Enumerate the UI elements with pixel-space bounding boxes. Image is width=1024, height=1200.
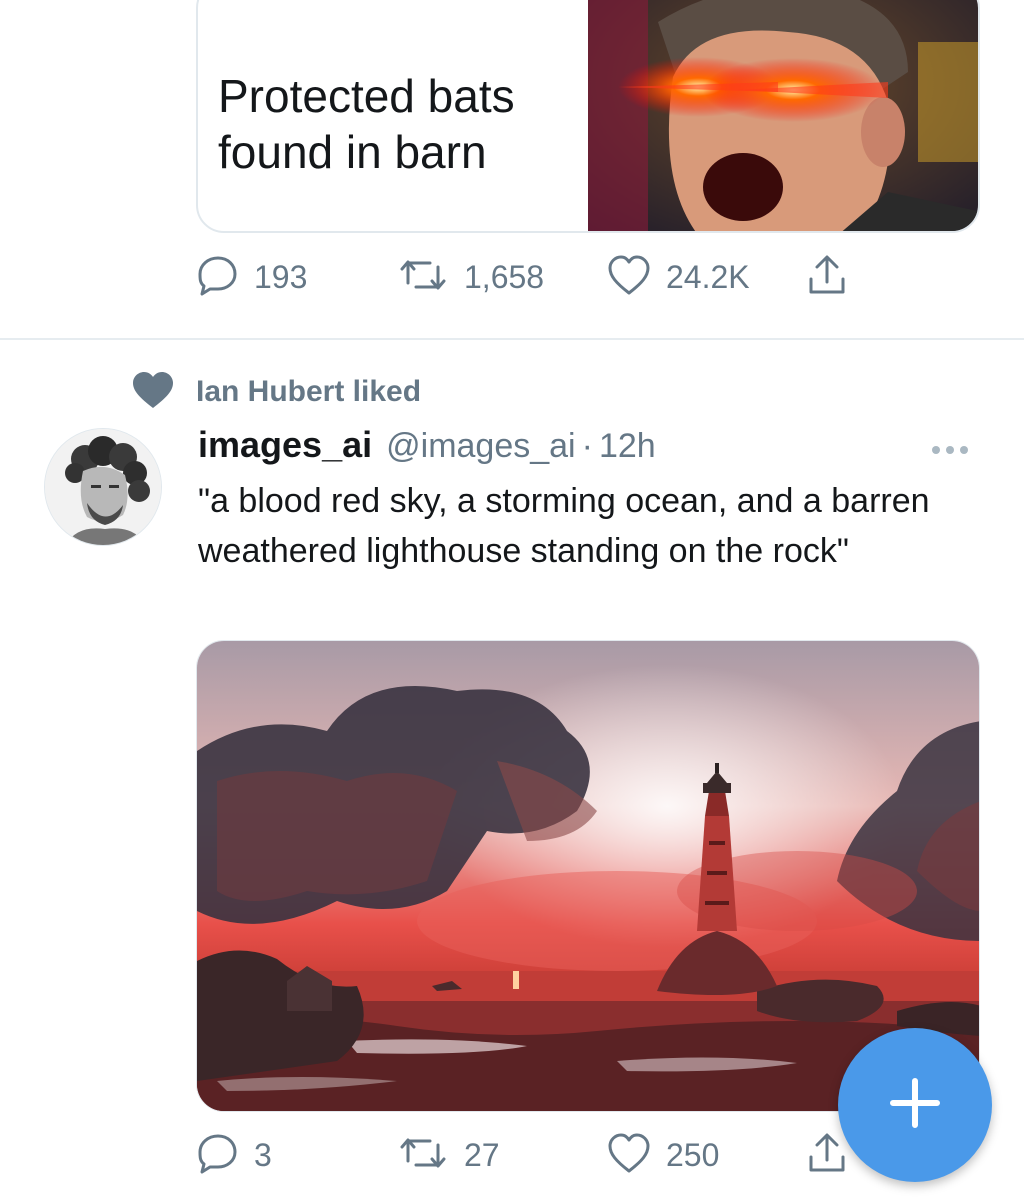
tweet-image[interactable] bbox=[196, 640, 980, 1112]
link-card-title: Protected bats found in barn bbox=[218, 70, 515, 178]
tweet-actions: 3 27 250 bbox=[196, 1130, 876, 1180]
tweet-divider bbox=[0, 338, 1024, 340]
share-icon bbox=[804, 252, 850, 303]
like-icon bbox=[606, 253, 652, 302]
retweet-button[interactable]: 1,658 bbox=[396, 252, 544, 302]
reply-button[interactable]: 3 bbox=[196, 1130, 272, 1180]
compose-tweet-button[interactable] bbox=[838, 1028, 992, 1182]
retweet-icon bbox=[396, 253, 450, 302]
heart-filled-icon bbox=[130, 370, 176, 415]
more-icon[interactable] bbox=[932, 440, 978, 460]
compose-plus-icon bbox=[885, 1073, 945, 1138]
like-count: 250 bbox=[666, 1136, 720, 1173]
tweet-text: "a blood red sky, a storming ocean, and … bbox=[198, 482, 930, 570]
social-context[interactable]: Ian Hubert liked bbox=[130, 370, 422, 415]
retweet-icon bbox=[396, 1131, 450, 1180]
user-handle[interactable]: @images_ai bbox=[386, 427, 576, 466]
retweet-count: 1,658 bbox=[464, 258, 545, 295]
like-icon bbox=[606, 1131, 652, 1180]
reply-button[interactable]: 193 bbox=[196, 252, 307, 302]
top-tweet-actions: 193 1,658 24.2K bbox=[196, 252, 876, 302]
reply-count: 193 bbox=[254, 258, 308, 295]
link-card-image bbox=[588, 0, 978, 231]
display-name[interactable]: images_ai bbox=[198, 424, 372, 466]
like-button[interactable]: 250 bbox=[606, 1130, 719, 1180]
timestamp[interactable]: 12h bbox=[599, 427, 656, 466]
share-button[interactable] bbox=[804, 252, 850, 302]
like-button[interactable]: 24.2K bbox=[606, 252, 750, 302]
reply-icon bbox=[196, 253, 240, 302]
share-icon bbox=[804, 1130, 850, 1181]
avatar[interactable] bbox=[44, 428, 162, 546]
link-card[interactable]: Protected bats found in barn bbox=[196, 0, 980, 233]
share-button[interactable] bbox=[804, 1130, 850, 1180]
reply-icon bbox=[196, 1131, 240, 1180]
reply-count: 3 bbox=[254, 1136, 272, 1173]
retweet-count: 27 bbox=[464, 1136, 500, 1173]
tweet-header: images_ai @images_ai · 12h bbox=[198, 424, 656, 472]
separator-dot: · bbox=[581, 427, 593, 465]
social-context-label: Ian Hubert liked bbox=[196, 375, 422, 408]
retweet-button[interactable]: 27 bbox=[396, 1130, 500, 1180]
like-count: 24.2K bbox=[666, 258, 750, 295]
